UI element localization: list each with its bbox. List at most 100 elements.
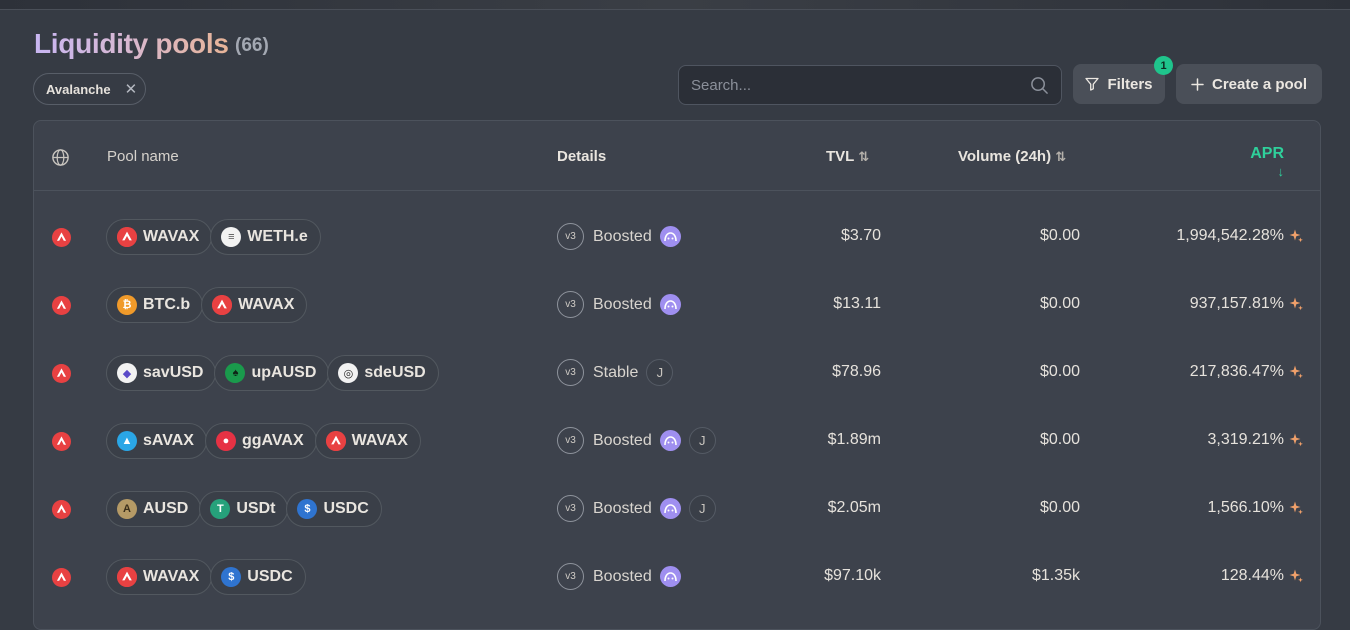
pool-details: v3 Stable J bbox=[557, 359, 674, 386]
table-row[interactable]: ₿ BTC.b WAVAX v3 Boosted $13.11 $0.00 937,157.8… bbox=[34, 271, 1320, 339]
sdeusd-token-icon: ◎ bbox=[338, 363, 359, 383]
header-apr-label: APR bbox=[1250, 145, 1284, 162]
token-pill[interactable]: ▲ sAVAX bbox=[106, 423, 207, 459]
search-input[interactable] bbox=[679, 66, 1061, 104]
token-pill[interactable]: WAVAX bbox=[106, 559, 213, 595]
volume-value: $0.00 bbox=[1039, 499, 1080, 516]
table-row[interactable]: WAVAX $ USDC v3 Boosted $97.10k $1.35k 128.44% bbox=[34, 543, 1320, 611]
upausd-token-icon: ♠ bbox=[225, 363, 246, 383]
token-pill[interactable]: T USDt bbox=[199, 491, 289, 527]
page-title: Liquidity pools bbox=[34, 28, 229, 59]
avax-token-icon bbox=[117, 567, 137, 587]
token-pill[interactable]: $ USDC bbox=[210, 559, 306, 595]
sparkle-icon[interactable] bbox=[1288, 296, 1304, 312]
hook-icon: J bbox=[688, 495, 716, 522]
header-pool-name: Pool name bbox=[107, 148, 179, 165]
token-pill[interactable]: ₿ BTC.b bbox=[106, 287, 204, 323]
header-details: Details bbox=[557, 148, 607, 165]
usdc-token-icon: $ bbox=[297, 499, 318, 519]
token-symbol: WETH.e bbox=[247, 228, 308, 245]
avalanche-chain-icon bbox=[52, 296, 71, 320]
volume-value: $0.00 bbox=[1039, 227, 1080, 244]
hook-icon: J bbox=[688, 427, 716, 454]
volume-value: $0.00 bbox=[1039, 295, 1080, 312]
boost-icon bbox=[659, 430, 681, 451]
apr-value: 3,319.21% bbox=[1207, 431, 1284, 448]
token-pill[interactable]: A AUSD bbox=[106, 491, 202, 527]
token-symbol: WAVAX bbox=[238, 296, 295, 313]
token-symbol: USDC bbox=[247, 568, 293, 585]
sparkle-icon[interactable] bbox=[1288, 568, 1304, 584]
header-volume[interactable]: Volume (24h) ⇅ bbox=[958, 148, 1066, 165]
avax-token-icon bbox=[212, 295, 233, 315]
sparkle-icon[interactable] bbox=[1288, 432, 1304, 448]
globe-icon[interactable] bbox=[51, 148, 70, 167]
savax-token-icon: ▲ bbox=[117, 431, 137, 451]
pool-tokens: ◆ savUSD ♠ upAUSD ◎ sdeUSD bbox=[106, 355, 439, 391]
pool-type-label: Boosted bbox=[593, 499, 652, 517]
create-pool-label: Create a pool bbox=[1211, 75, 1308, 93]
token-pill[interactable]: ● ggAVAX bbox=[204, 423, 317, 459]
avalanche-chain-icon bbox=[52, 432, 71, 456]
token-pill[interactable]: ♠ upAUSD bbox=[214, 355, 330, 391]
sort-icon: ⇅ bbox=[1055, 149, 1067, 164]
boost-icon bbox=[659, 498, 681, 519]
token-pill[interactable]: ◆ savUSD bbox=[106, 355, 217, 391]
token-pill[interactable]: WAVAX bbox=[201, 287, 308, 323]
version-badge: v3 bbox=[557, 359, 584, 386]
usdc-token-icon: $ bbox=[221, 567, 242, 587]
apr-value: 1,566.10% bbox=[1207, 499, 1284, 516]
avax-token-icon bbox=[325, 431, 346, 451]
header-tvl[interactable]: TVL ⇅ bbox=[826, 148, 869, 165]
version-badge: v3 bbox=[557, 563, 584, 590]
token-symbol: ggAVAX bbox=[241, 432, 304, 449]
tvl-value: $78.96 bbox=[832, 363, 881, 380]
token-symbol: USDt bbox=[236, 500, 276, 517]
sparkle-icon[interactable] bbox=[1288, 364, 1304, 380]
search-icon[interactable] bbox=[1030, 76, 1049, 95]
token-pill[interactable]: $ USDC bbox=[286, 491, 382, 527]
token-symbol: sAVAX bbox=[143, 432, 194, 449]
table-header: Pool name Details TVL ⇅ Volume (24h) ⇅ A… bbox=[34, 121, 1320, 191]
token-symbol: AUSD bbox=[143, 500, 189, 517]
tvl-value: $3.70 bbox=[840, 227, 881, 244]
usdt-token-icon: T bbox=[210, 499, 231, 519]
top-banner bbox=[0, 0, 1350, 10]
tvl-value: $13.11 bbox=[833, 295, 881, 312]
sparkle-icon[interactable] bbox=[1288, 500, 1304, 516]
version-badge: v3 bbox=[557, 427, 584, 454]
boost-icon bbox=[659, 566, 681, 587]
boost-icon bbox=[659, 294, 681, 315]
pool-details: v3 Boosted J bbox=[557, 495, 716, 522]
sparkle-icon[interactable] bbox=[1288, 228, 1304, 244]
token-pill[interactable]: ◎ sdeUSD bbox=[327, 355, 439, 391]
token-pill[interactable]: ≡ WETH.e bbox=[210, 219, 321, 255]
pool-details: v3 Boosted J bbox=[557, 427, 716, 454]
token-pill[interactable]: WAVAX bbox=[106, 219, 213, 255]
token-symbol: WAVAX bbox=[351, 432, 408, 449]
search-box bbox=[678, 65, 1062, 105]
pool-type-label: Stable bbox=[593, 363, 639, 381]
header-tvl-label: TVL bbox=[826, 148, 855, 165]
header-apr[interactable]: APR ↓ bbox=[1245, 145, 1284, 181]
pool-details: v3 Boosted bbox=[557, 291, 681, 318]
filters-button[interactable]: Filters bbox=[1073, 64, 1165, 104]
pool-count: (66) bbox=[235, 35, 269, 56]
table-row[interactable]: ▲ sAVAX ● ggAVAX WAVAX v3 Boosted J $1.89m $0.00 3… bbox=[34, 407, 1320, 475]
close-icon[interactable]: ✕ bbox=[125, 80, 138, 98]
token-pill[interactable]: WAVAX bbox=[314, 423, 421, 459]
token-symbol: WAVAX bbox=[143, 228, 200, 245]
table-row[interactable]: A AUSD T USDt $ USDC v3 Boosted J $2.05m $0.00 1,56… bbox=[34, 475, 1320, 543]
volume-value: $0.00 bbox=[1039, 431, 1080, 448]
boost-icon bbox=[659, 226, 681, 247]
pool-details: v3 Boosted bbox=[557, 563, 681, 590]
pool-details: v3 Boosted bbox=[557, 223, 681, 250]
table-row[interactable]: WAVAX ≡ WETH.e v3 Boosted $3.70 $0.00 1,994,542… bbox=[34, 203, 1320, 271]
version-badge: v3 bbox=[557, 495, 584, 522]
weth-token-icon: ≡ bbox=[221, 227, 242, 247]
create-pool-button[interactable]: Create a pool bbox=[1176, 64, 1322, 104]
table-row[interactable]: ◆ savUSD ♠ upAUSD ◎ sdeUSD v3 Stable J $78.96 $0.0… bbox=[34, 339, 1320, 407]
pools-table: Pool name Details TVL ⇅ Volume (24h) ⇅ A… bbox=[33, 120, 1321, 630]
chip-label: Avalanche bbox=[46, 81, 111, 97]
pool-type-label: Boosted bbox=[593, 295, 652, 313]
